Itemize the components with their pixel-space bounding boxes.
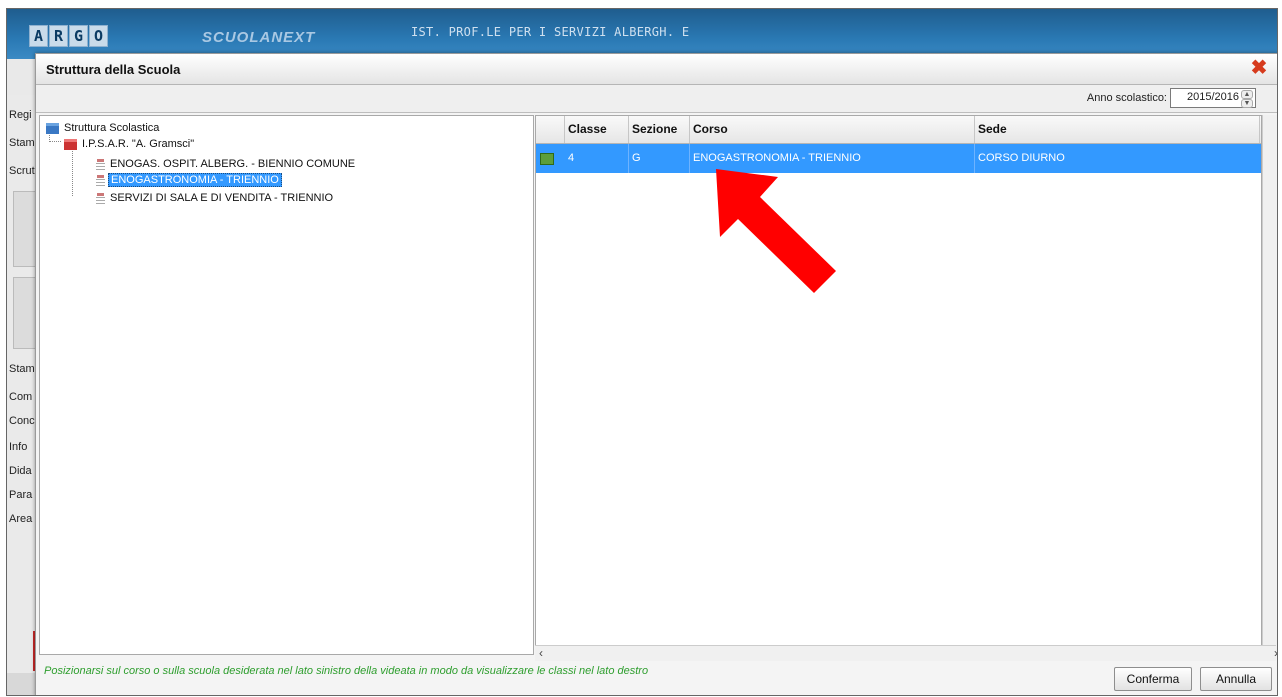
table-row[interactable]: 4 G ENOGASTRONOMIA - TRIENNIO CORSO DIUR…: [536, 144, 1261, 173]
side-menu-item[interactable]: Dida: [9, 465, 37, 477]
grid-horizontal-scrollbar[interactable]: ‹ ›: [535, 645, 1277, 661]
dialog-title-bar: Struttura della Scuola ✖: [36, 54, 1277, 85]
anno-scolastico-label: Anno scolastico:: [1086, 92, 1167, 104]
dialog-toolbar: Anno scolastico: 2015/2016 ▲ ▼: [36, 85, 1277, 113]
tree-node-corso[interactable]: SERVIZI DI SALA E DI VENDITA - TRIENNIO: [96, 190, 335, 206]
annotation-arrow-icon: [716, 169, 836, 293]
spinner-up-icon[interactable]: ▲: [1241, 90, 1253, 99]
side-menu: Regi Stam Scrut Stam Com Conc Info Dida …: [7, 95, 37, 695]
anno-spinner[interactable]: ▲ ▼: [1241, 90, 1253, 108]
logo-letter: R: [49, 25, 68, 47]
anno-scolastico-value: 2015/2016: [1187, 91, 1239, 103]
conferma-button[interactable]: Conferma: [1114, 667, 1192, 691]
cell-sezione: G: [629, 144, 690, 173]
argo-logo: A R G O: [29, 25, 108, 47]
class-row-icon: [540, 153, 554, 165]
annulla-button[interactable]: Annulla: [1200, 667, 1272, 691]
logo-letter: O: [89, 25, 108, 47]
corso-icon: [96, 158, 105, 170]
cell-classe: 4: [565, 144, 629, 173]
scroll-right-icon[interactable]: ›: [1274, 646, 1277, 660]
side-menu-item[interactable]: Stam: [9, 363, 37, 375]
app-header: A R G O SCUOLANEXT IST. PROF.LE PER I SE…: [7, 9, 1277, 59]
column-header-sede[interactable]: Sede: [975, 116, 1260, 143]
structure-tree: Struttura Scolastica I.P.S.A.R. "A. Gram…: [39, 115, 534, 655]
side-menu-item[interactable]: Stam: [9, 137, 37, 149]
grid-header-icon-col: [536, 116, 565, 143]
institution-name: IST. PROF.LE PER I SERVIZI ALBERGH. E: [411, 25, 690, 39]
tree-node-label: ENOGAS. OSPIT. ALBERG. - BIENNIO COMUNE: [110, 158, 356, 170]
school-icon: [64, 138, 77, 150]
classes-grid: Classe Sezione Corso Sede 4 G ENOGASTRON…: [535, 115, 1262, 655]
close-icon[interactable]: ✖: [1248, 57, 1270, 79]
side-menu-item[interactable]: Scrut: [9, 165, 37, 177]
side-menu-item[interactable]: Info: [9, 441, 37, 453]
cell-sede: CORSO DIURNO: [978, 152, 1065, 164]
grid-header: Classe Sezione Corso Sede: [536, 116, 1261, 144]
screen-frame: A R G O SCUOLANEXT IST. PROF.LE PER I SE…: [6, 8, 1278, 696]
side-menu-tile[interactable]: [13, 191, 37, 267]
tree-node-label: SERVIZI DI SALA E DI VENDITA - TRIENNIO: [110, 192, 334, 204]
tree-connector: [49, 141, 61, 142]
tree-node-school[interactable]: I.P.S.A.R. "A. Gramsci": [64, 136, 196, 152]
side-menu-item[interactable]: Para: [9, 489, 37, 501]
tree-node-corso[interactable]: ENOGAS. OSPIT. ALBERG. - BIENNIO COMUNE: [96, 156, 357, 172]
tree-node-label: Struttura Scolastica: [64, 122, 160, 134]
anno-scolastico-input[interactable]: 2015/2016 ▲ ▼: [1170, 88, 1256, 108]
struttura-dialog: Struttura della Scuola ✖ Anno scolastico…: [35, 53, 1277, 695]
tree-node-corso-selected[interactable]: ENOGASTRONOMIA - TRIENNIO: [96, 172, 282, 188]
corso-icon: [96, 174, 105, 186]
product-name: SCUOLANEXT: [202, 29, 316, 46]
tree-connector: [72, 148, 73, 196]
side-menu-item[interactable]: Area: [9, 513, 37, 525]
column-header-sezione[interactable]: Sezione: [629, 116, 690, 143]
tree-node-label: ENOGASTRONOMIA - TRIENNIO: [108, 173, 282, 187]
spinner-down-icon[interactable]: ▼: [1241, 99, 1253, 108]
logo-letter: A: [29, 25, 48, 47]
hint-text: Posizionarsi sul corso o sulla scuola de…: [44, 665, 649, 677]
logo-letter: G: [69, 25, 88, 47]
corso-icon: [96, 192, 105, 204]
side-menu-item[interactable]: Regi: [9, 109, 37, 121]
side-menu-item[interactable]: Com: [9, 391, 37, 403]
scroll-left-icon[interactable]: ‹: [539, 646, 543, 660]
tree-node-label: I.P.S.A.R. "A. Gramsci": [82, 138, 195, 150]
dialog-title: Struttura della Scuola: [46, 62, 181, 77]
tree-node-root[interactable]: Struttura Scolastica: [46, 120, 161, 136]
school-structure-icon: [46, 122, 59, 134]
grid-vertical-scrollbar[interactable]: [1262, 115, 1277, 653]
column-header-corso[interactable]: Corso: [690, 116, 975, 143]
side-menu-item[interactable]: Conc: [9, 415, 37, 427]
column-header-classe[interactable]: Classe: [565, 116, 629, 143]
side-menu-tile[interactable]: [13, 277, 37, 349]
